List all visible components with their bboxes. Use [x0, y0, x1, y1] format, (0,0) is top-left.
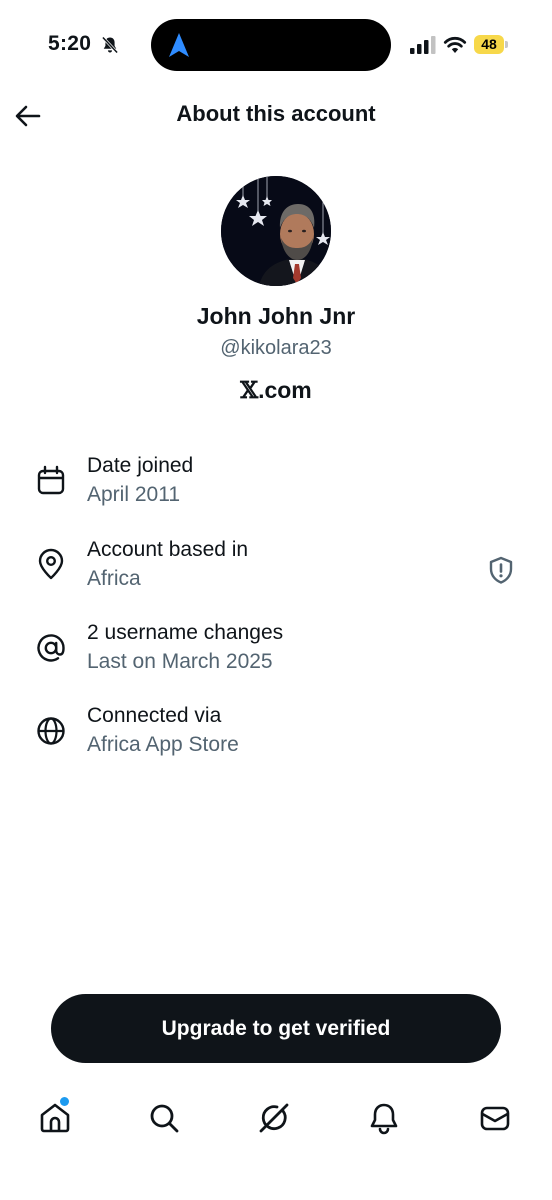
bell-off-icon	[101, 36, 119, 54]
info-row-date-joined: Date joined April 2011	[0, 454, 552, 514]
globe-icon	[37, 717, 65, 745]
upgrade-button[interactable]: Upgrade to get verified	[51, 994, 501, 1063]
display-name: John John Jnr	[196, 303, 356, 329]
info-title: Account based in	[87, 538, 249, 561]
status-bar: 5:20 48	[0, 0, 552, 90]
info-row-username-changes: 2 username changes Last on March 2025	[0, 621, 552, 681]
status-time: 5:20	[48, 32, 92, 55]
location-pin-icon	[38, 548, 64, 580]
battery-tip	[505, 41, 508, 48]
shield-alert-icon[interactable]	[486, 555, 516, 585]
notification-dot	[60, 1097, 69, 1106]
bell-icon[interactable]	[366, 1100, 402, 1136]
info-row-account-based-in: Account based in Africa	[0, 538, 552, 598]
avatar-image	[221, 176, 331, 286]
location-arrow-icon	[169, 33, 189, 57]
info-title: Date joined	[87, 454, 194, 477]
info-value: Last on March 2025	[87, 650, 273, 673]
search-icon[interactable]	[146, 1100, 182, 1136]
cellular-signal-icon	[410, 36, 436, 54]
wifi-icon	[443, 36, 467, 53]
info-value: Africa	[87, 567, 141, 590]
domain-label: 𝕏.com	[0, 377, 552, 404]
info-value: Africa App Store	[87, 733, 239, 756]
home-icon[interactable]	[37, 1100, 73, 1136]
info-title: Connected via	[87, 704, 222, 727]
battery-icon: 48	[474, 35, 504, 54]
info-value: April 2011	[87, 483, 181, 506]
mail-icon[interactable]	[477, 1100, 513, 1136]
info-title: 2 username changes	[87, 621, 284, 644]
at-sign-icon	[37, 634, 65, 662]
username-handle: @kikolara23	[220, 337, 332, 359]
x-logo: 𝕏	[240, 377, 259, 404]
domain-suffix: .com	[258, 377, 312, 403]
dynamic-island[interactable]	[151, 19, 391, 71]
grok-icon[interactable]	[256, 1100, 292, 1136]
avatar[interactable]	[221, 176, 331, 286]
calendar-icon	[37, 465, 65, 495]
page-title: About this account	[176, 101, 376, 126]
info-row-connected-via: Connected via Africa App Store	[0, 704, 552, 764]
